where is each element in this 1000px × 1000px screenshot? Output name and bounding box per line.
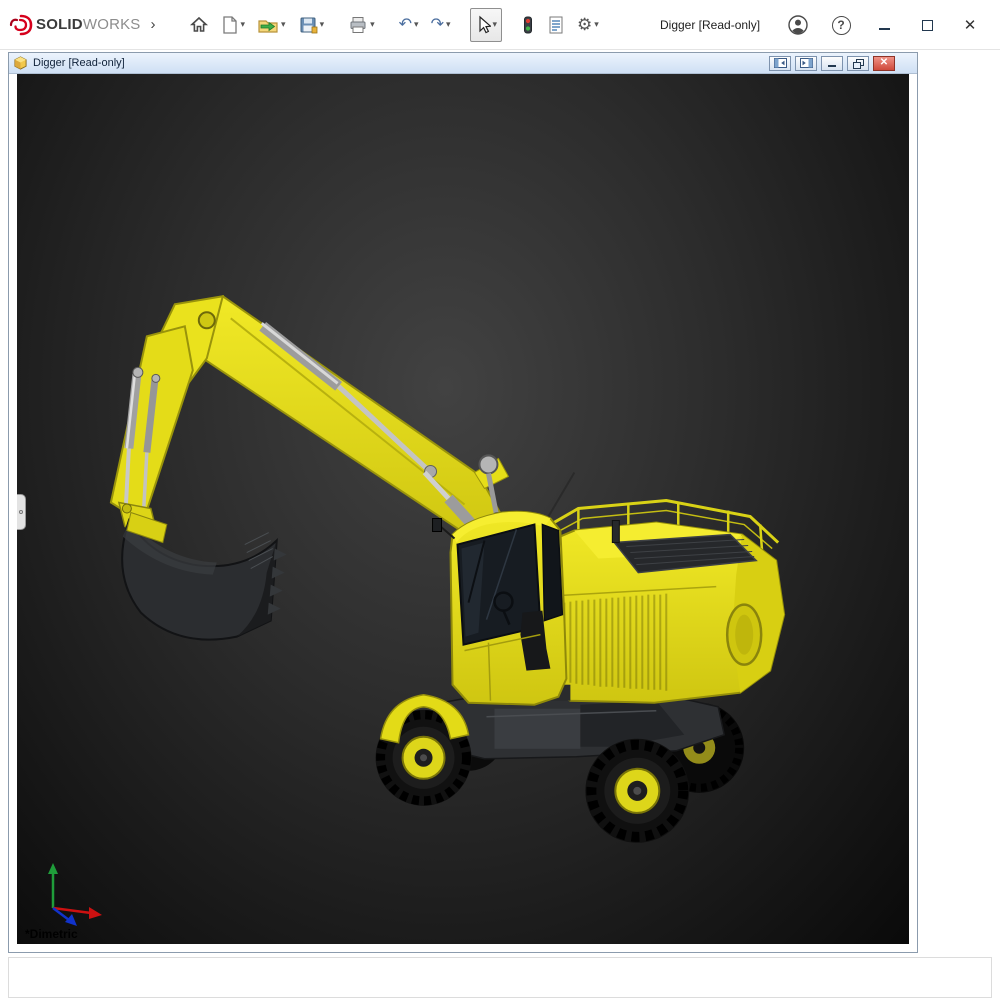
options-gear-icon: ⚙	[577, 16, 592, 33]
brand: SOLIDWORKS ›	[0, 13, 156, 37]
triad-z-axis-icon	[65, 914, 77, 926]
dropdown-caret-icon: ▾	[370, 20, 375, 29]
main-titlebar[interactable]: SOLIDWORKS › ▾ ▾	[0, 0, 1000, 50]
new-document-icon	[221, 15, 239, 35]
undo-icon: ↶	[399, 17, 412, 33]
dropdown-caret-icon: ▾	[493, 20, 498, 29]
redo-button[interactable]: ↷ ▾	[426, 8, 456, 42]
orientation-triad[interactable]	[31, 856, 116, 928]
minimize-button[interactable]	[872, 12, 896, 38]
triad-x-axis-icon	[89, 907, 102, 919]
rebuild-button[interactable]	[516, 8, 540, 42]
save-icon	[298, 15, 318, 35]
open-folder-icon	[257, 15, 279, 35]
undo-button[interactable]: ↶ ▾	[394, 8, 424, 42]
dropdown-caret-icon: ▾	[414, 20, 419, 29]
document-window: Digger [Read-only]	[8, 52, 918, 953]
graphics-viewport[interactable]: *Dimetric	[17, 74, 909, 944]
help-icon: ?	[832, 16, 851, 35]
pane-toggle-left-button[interactable]	[769, 56, 791, 71]
new-document-button[interactable]: ▾	[216, 8, 251, 42]
maximize-button[interactable]	[915, 12, 939, 38]
boom-assembly[interactable]	[111, 296, 509, 542]
account-icon	[787, 14, 809, 36]
solidworks-window: SOLIDWORKS › ▾ ▾	[0, 0, 1000, 1000]
print-button[interactable]: ▾	[343, 8, 380, 42]
minimize-icon	[879, 21, 890, 30]
open-button[interactable]: ▾	[252, 8, 291, 42]
file-properties-button[interactable]	[542, 8, 570, 42]
dropdown-caret-icon: ▾	[446, 20, 451, 29]
minimize-icon	[828, 60, 836, 67]
window-title: Digger [Read-only]	[660, 0, 760, 50]
status-bar-area	[8, 957, 992, 998]
brand-name: SOLIDWORKS	[36, 16, 141, 33]
select-cursor-icon	[475, 15, 491, 35]
print-icon	[348, 15, 368, 35]
dropdown-caret-icon: ▾	[241, 20, 246, 29]
document-titlebar[interactable]: Digger [Read-only]	[9, 53, 917, 74]
featuremanager-collapsed-tab[interactable]	[17, 494, 26, 530]
document-title: Digger [Read-only]	[33, 57, 125, 69]
rebuild-traffic-light-icon	[521, 15, 535, 35]
3ds-logo-icon	[8, 13, 34, 37]
part-document-icon	[13, 56, 28, 70]
dropdown-caret-icon: ▾	[594, 20, 599, 29]
window-controls: ? ✕	[786, 0, 1000, 50]
collapsed-tab-dot-icon	[19, 510, 23, 514]
dropdown-caret-icon: ▾	[281, 20, 286, 29]
menu-expand-arrow-icon[interactable]: ›	[151, 16, 156, 33]
redo-icon: ↷	[431, 17, 444, 33]
pane-toggle-left-icon	[774, 58, 787, 68]
home-button[interactable]	[184, 8, 214, 42]
document-close-button[interactable]: ✕	[873, 56, 895, 71]
close-button[interactable]: ✕	[958, 12, 982, 38]
close-icon: ✕	[880, 58, 888, 68]
account-button[interactable]	[786, 12, 810, 38]
home-icon	[189, 15, 209, 35]
quick-access-toolbar: ▾ ▾ ▾	[184, 8, 606, 42]
dropdown-caret-icon: ▾	[320, 20, 325, 29]
pane-toggle-right-icon	[800, 58, 813, 68]
save-button[interactable]: ▾	[293, 8, 330, 42]
file-properties-icon	[547, 15, 565, 35]
view-orientation-label: *Dimetric	[25, 927, 78, 941]
close-icon: ✕	[964, 18, 977, 33]
options-button[interactable]: ⚙ ▾	[572, 8, 604, 42]
pane-toggle-right-button[interactable]	[795, 56, 817, 71]
maximize-icon	[922, 20, 933, 31]
triad-y-axis-icon	[48, 863, 58, 874]
document-minimize-button[interactable]	[821, 56, 843, 71]
document-window-controls: ✕	[769, 56, 913, 71]
bucket[interactable]	[122, 513, 287, 640]
restore-icon	[853, 59, 863, 68]
digger-3d-model[interactable]	[17, 74, 909, 944]
help-button[interactable]: ?	[829, 12, 853, 38]
select-tool-button[interactable]: ▾	[470, 8, 503, 42]
document-restore-button[interactable]	[847, 56, 869, 71]
